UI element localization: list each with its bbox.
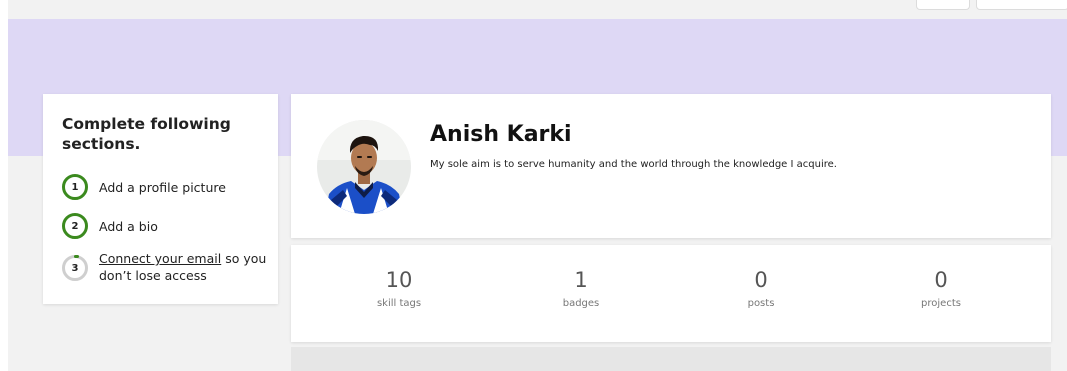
stat-label: projects (921, 298, 961, 309)
profile-header-card: Anish Karki My sole aim is to serve huma… (291, 94, 1051, 238)
step-number: 3 (71, 262, 79, 274)
connect-email-link[interactable]: Connect your email (99, 251, 221, 266)
top-bar (8, 0, 1067, 19)
profile-completion-card: Complete following sections. 1 Add a pro… (43, 94, 278, 304)
next-section-card (291, 347, 1051, 371)
stat-value: 1 (574, 268, 588, 292)
profile-name: Anish Karki (430, 122, 572, 147)
stat-value: 10 (385, 268, 413, 292)
avatar[interactable] (317, 120, 411, 214)
top-bar-button[interactable] (916, 0, 970, 10)
step-label: Add a profile picture (99, 180, 226, 195)
stat-projects[interactable]: 0 projects (881, 267, 1001, 309)
stat-label: badges (562, 298, 600, 309)
stat-value: 0 (754, 268, 768, 292)
profile-bio: My sole aim is to serve humanity and the… (430, 159, 837, 170)
stat-badges[interactable]: 1 badges (521, 267, 641, 309)
step-progress-ring: 3 (62, 255, 88, 281)
step-number: 2 (71, 220, 79, 232)
stat-label: posts (747, 298, 775, 309)
stat-posts[interactable]: 0 posts (701, 267, 821, 309)
step-progress-ring: 2 (62, 213, 88, 239)
stat-value: 0 (934, 268, 948, 292)
profile-stats-card: 10 skill tags 1 badges 0 posts 0 project… (291, 245, 1051, 342)
step-progress-ring: 1 (62, 174, 88, 200)
avatar-image (317, 120, 411, 214)
stat-skill-tags[interactable]: 10 skill tags (339, 267, 459, 309)
step-number: 1 (71, 181, 79, 193)
step-label: Connect your email so you don’t lose acc… (99, 250, 269, 284)
top-bar-button[interactable] (976, 0, 1067, 10)
step-label: Add a bio (99, 219, 158, 234)
stat-label: skill tags (376, 298, 422, 309)
profile-page: Complete following sections. 1 Add a pro… (8, 19, 1067, 371)
completion-title: Complete following sections. (62, 115, 231, 153)
